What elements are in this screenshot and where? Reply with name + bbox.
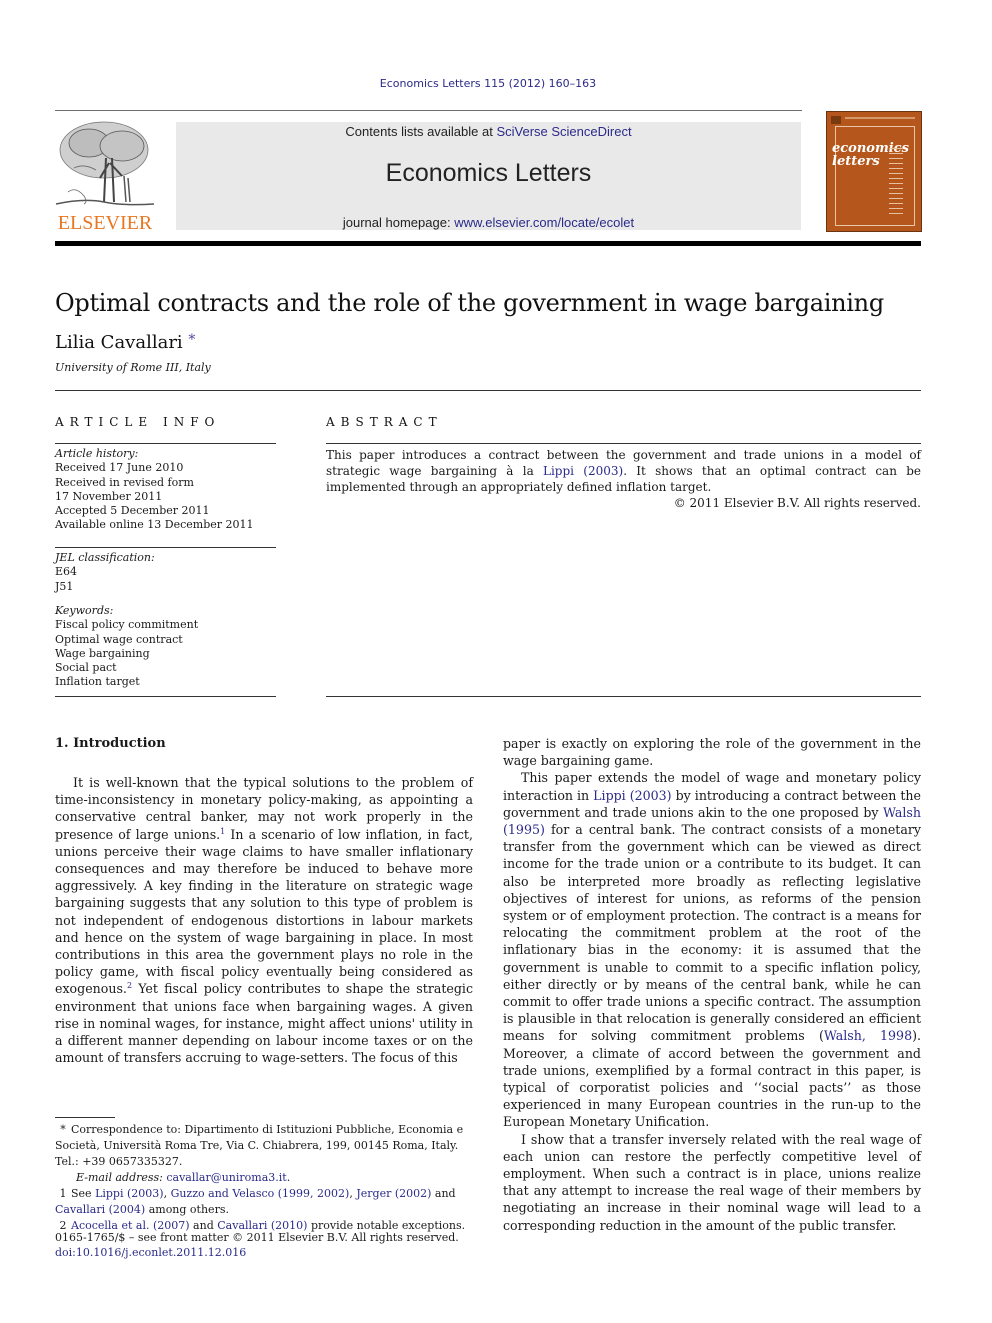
abstract-rule-top — [326, 443, 921, 444]
jel-heading: JEL classification: — [55, 551, 155, 564]
paragraph: I show that a transfer inversely related… — [503, 1131, 921, 1233]
doi-link[interactable]: doi:10.1016/j.econlet.2011.12.016 — [55, 1246, 246, 1259]
jel-classification: JEL classification: E64 J51 — [55, 551, 276, 594]
citation-link[interactable]: Walsh, 1998 — [824, 1028, 912, 1043]
citation-link[interactable]: Lippi (2003) — [543, 464, 623, 478]
section-heading-introduction: 1. Introduction — [55, 736, 166, 751]
citation-link[interactable]: Cavallari (2004) — [55, 1203, 145, 1216]
citation-link[interactable]: Jerger (2002) — [356, 1187, 431, 1200]
header-top-rule — [55, 110, 802, 111]
footnote-email: E-mail address: cavallar@uniroma3.it. — [76, 1171, 291, 1184]
elsevier-wordmark: ELSEVIER — [57, 212, 153, 234]
keyword: Optimal wage contract — [55, 632, 183, 646]
footnote-1: 1 See Lippi (2003), Guzzo and Velasco (19… — [55, 1187, 456, 1216]
header-bottom-rule — [55, 241, 921, 246]
article-info-rule-1 — [55, 443, 276, 444]
contents-line: Contents lists available at SciVerse Sci… — [345, 124, 632, 139]
citation-link[interactable]: Lippi (2003) — [593, 788, 671, 803]
title-rule — [55, 390, 921, 391]
journal-cover-thumbnail[interactable]: economics letters — [826, 111, 922, 232]
article-history-heading: Article history: — [55, 447, 139, 460]
keywords-heading: Keywords: — [55, 604, 114, 617]
cover-publisher-mark — [831, 116, 841, 124]
keyword: Wage bargaining — [55, 646, 150, 660]
issn-line: 0165-1765/$ – see front matter © 2011 El… — [55, 1231, 459, 1244]
history-item: Received in revised form — [55, 475, 194, 489]
journal-homepage-link[interactable]: www.elsevier.com/locate/ecolet — [454, 215, 634, 230]
keyword: Fiscal policy commitment — [55, 618, 199, 632]
homepage-line: journal homepage: www.elsevier.com/locat… — [342, 215, 635, 230]
history-item: Accepted 5 December 2011 — [55, 504, 210, 518]
history-item: Available online 13 December 2011 — [55, 518, 254, 532]
abstract-rule-bottom — [326, 696, 921, 697]
affiliation: University of Rome III, Italy — [55, 361, 211, 374]
body-column-left: It is well-known that the typical soluti… — [55, 774, 473, 1066]
history-item: Received 17 June 2010 — [55, 461, 184, 475]
journal-banner: Contents lists available at SciVerse Sci… — [176, 122, 801, 230]
author-name[interactable]: Lilia Cavallari — [55, 332, 183, 353]
history-item: 17 November 2011 — [55, 489, 163, 503]
abstract-heading: ABSTRACT — [326, 415, 443, 429]
body-column-right: paper is exactly on exploring the role o… — [503, 735, 921, 1234]
running-head[interactable]: Economics Letters 115 (2012) 160–163 — [0, 77, 976, 90]
article-info-rule-2 — [55, 547, 276, 548]
elsevier-logo[interactable]: ELSEVIER — [54, 118, 156, 234]
article-title: Optimal contracts and the role of the go… — [55, 289, 884, 317]
front-matter: 0165-1765/$ – see front matter © 2011 El… — [55, 1230, 459, 1260]
keyword: Inflation target — [55, 675, 140, 689]
keyword: Social pact — [55, 661, 117, 675]
citation-link[interactable]: Lippi (2003) — [95, 1187, 164, 1200]
author-footnote-mark[interactable]: * — [188, 332, 195, 348]
jel-code: E64 — [55, 565, 78, 579]
article-info-heading: ARTICLE INFO — [55, 415, 221, 429]
abstract-copyright: © 2011 Elsevier B.V. All rights reserved… — [673, 496, 921, 510]
paragraph: paper is exactly on exploring the role o… — [503, 736, 921, 769]
journal-title: Economics Letters — [385, 159, 592, 187]
cover-contents-lines — [889, 148, 903, 218]
citation-link[interactable]: Guzzo and Velasco (1999, 2002) — [171, 1187, 350, 1200]
cover-topbar — [845, 117, 915, 119]
paragraph: It is well-known that the typical soluti… — [55, 775, 473, 1066]
email-link[interactable]: cavallar@uniroma3.it — [166, 1171, 286, 1184]
footnote-rule — [55, 1117, 115, 1118]
article-info-rule-3 — [55, 696, 276, 697]
abstract-text: This paper introduces a contract between… — [326, 448, 921, 495]
footnote-correspondence: * Correspondence to: Dipartimento di Isti… — [55, 1123, 464, 1168]
author: Lilia Cavallari * — [55, 332, 195, 353]
article-history: Article history: Received 17 June 2010 R… — [55, 447, 276, 533]
sciencedirect-link[interactable]: SciVerse ScienceDirect — [496, 124, 631, 139]
paragraph: This paper extends the model of wage and… — [503, 770, 921, 1130]
jel-code: J51 — [55, 579, 74, 593]
elsevier-tree-icon — [55, 121, 155, 206]
keywords: Keywords: Fiscal policy commitment Optim… — [55, 604, 276, 690]
footnotes: * Correspondence to: Dipartimento di Isti… — [55, 1122, 473, 1234]
